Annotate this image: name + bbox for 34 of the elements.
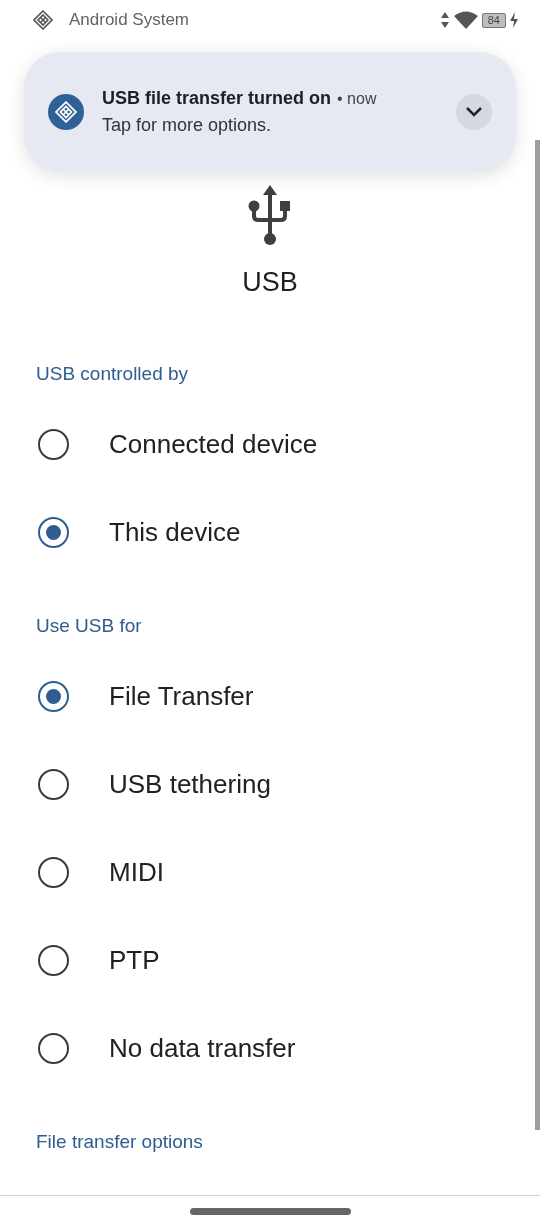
option-label[interactable]: MIDI — [109, 856, 164, 888]
wifi-icon — [453, 11, 478, 29]
option-label[interactable]: Connected device — [109, 428, 318, 460]
radio-button[interactable] — [38, 428, 69, 460]
notification-text: Tap for more options. — [102, 115, 273, 136]
radio-button[interactable] — [38, 680, 69, 712]
home-handle[interactable] — [190, 1208, 351, 1215]
option-label[interactable]: File Transfer — [109, 680, 254, 712]
radio-button[interactable] — [38, 516, 69, 548]
charging-icon — [510, 12, 518, 28]
notification-icon — [48, 94, 84, 130]
battery-icon: 84 — [481, 12, 506, 28]
scrollbar[interactable] — [535, 140, 540, 1130]
page-title: USB — [242, 267, 298, 298]
option-label[interactable]: USB tethering — [109, 768, 271, 800]
usb-icon — [248, 185, 292, 247]
notification-title: USB file transfer turned on — [102, 88, 332, 109]
chevron-down-icon — [465, 106, 483, 118]
app-name: Android System — [69, 10, 190, 30]
notification-card[interactable]: USB file transfer turned on • now Tap for more options. — [24, 52, 516, 172]
option-label[interactable]: No data transfer — [109, 1032, 296, 1064]
section-header: Use USB for — [35, 614, 143, 638]
expand-button[interactable] — [456, 94, 492, 130]
radio-button[interactable] — [38, 944, 69, 976]
option-label[interactable]: This device — [109, 516, 241, 548]
radio-button[interactable] — [38, 768, 69, 800]
radio-button[interactable] — [38, 856, 69, 888]
section-header: USB controlled by — [35, 362, 190, 386]
option-label[interactable]: PTP — [109, 944, 160, 976]
notification-time: • now — [337, 90, 377, 108]
app-icon — [33, 10, 53, 30]
section-header: File transfer options — [35, 1130, 204, 1154]
data-arrows-icon — [439, 11, 450, 29]
radio-button[interactable] — [38, 1032, 69, 1064]
